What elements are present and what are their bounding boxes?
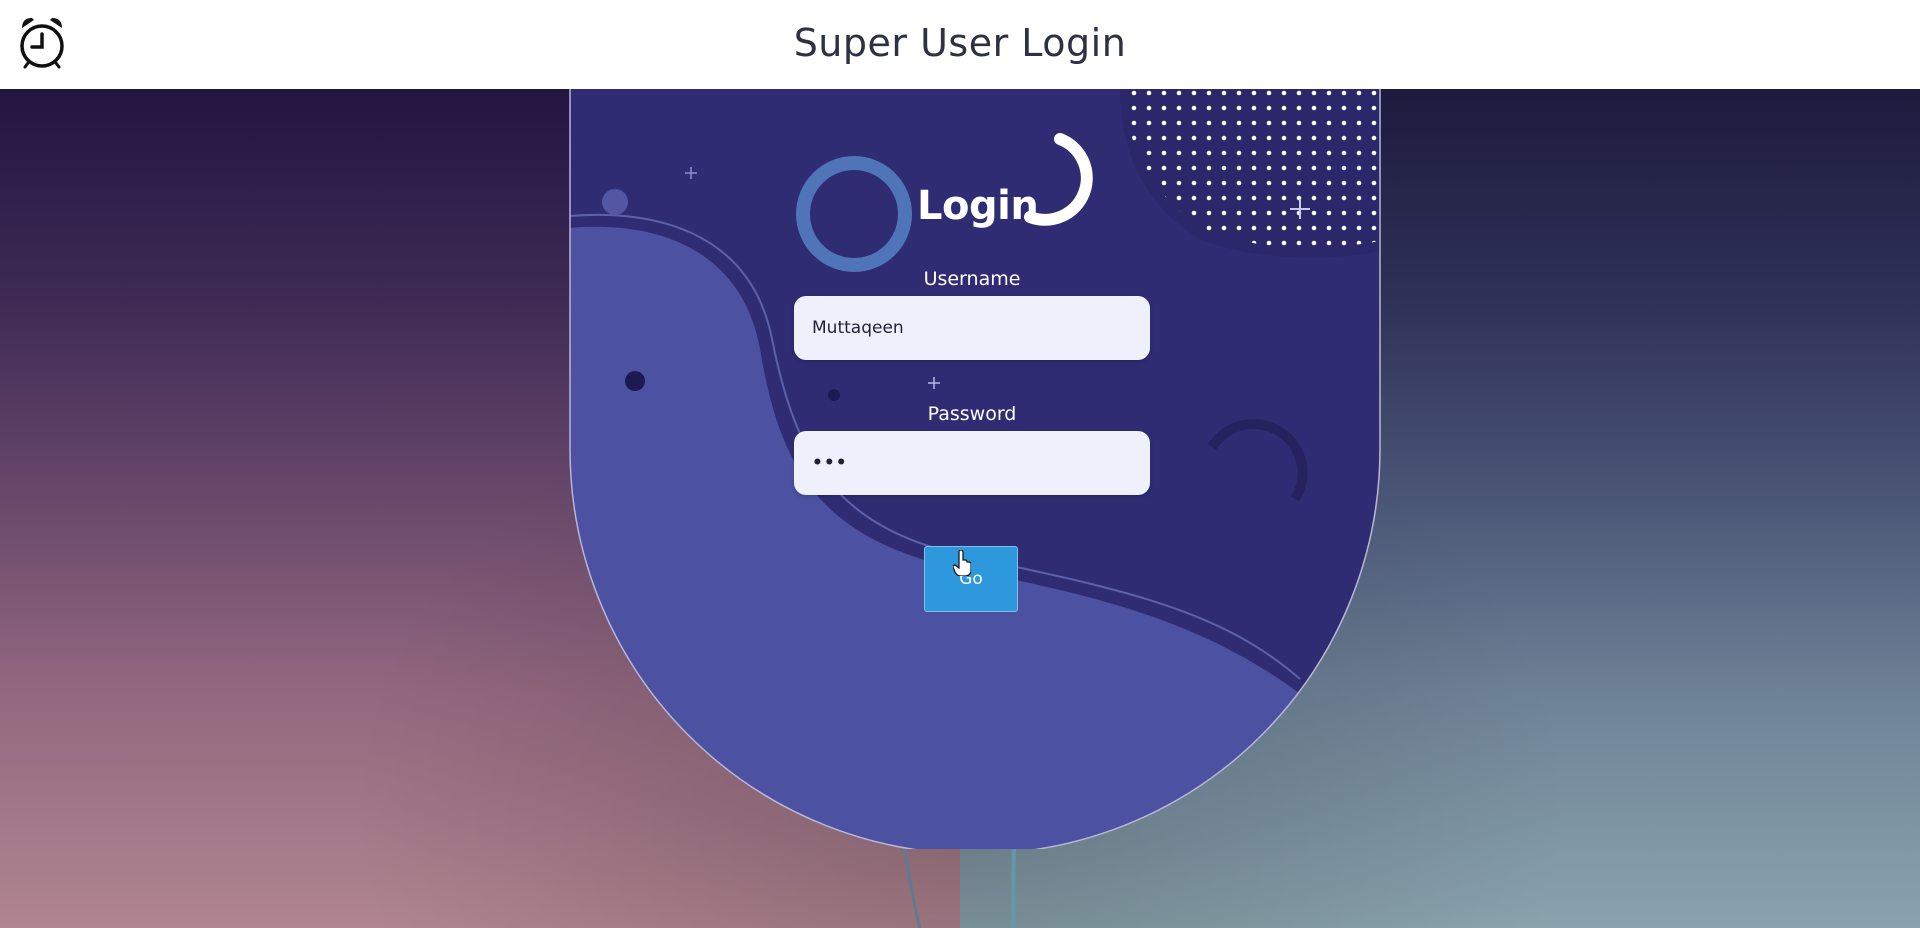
username-input[interactable]: Muttaqeen: [794, 296, 1150, 360]
page-title: Super User Login: [793, 21, 1127, 65]
login-page: Super User Login Login Username Muttaqee…: [0, 0, 1920, 928]
go-button[interactable]: Go: [924, 546, 1018, 612]
password-label: Password: [927, 403, 1017, 425]
password-input[interactable]: •••: [794, 431, 1150, 495]
hand-cursor-icon: [953, 550, 971, 576]
username-label: Username: [923, 268, 1021, 290]
header-bar: Super User Login: [0, 0, 1920, 89]
login-heading: Login: [917, 183, 1039, 229]
